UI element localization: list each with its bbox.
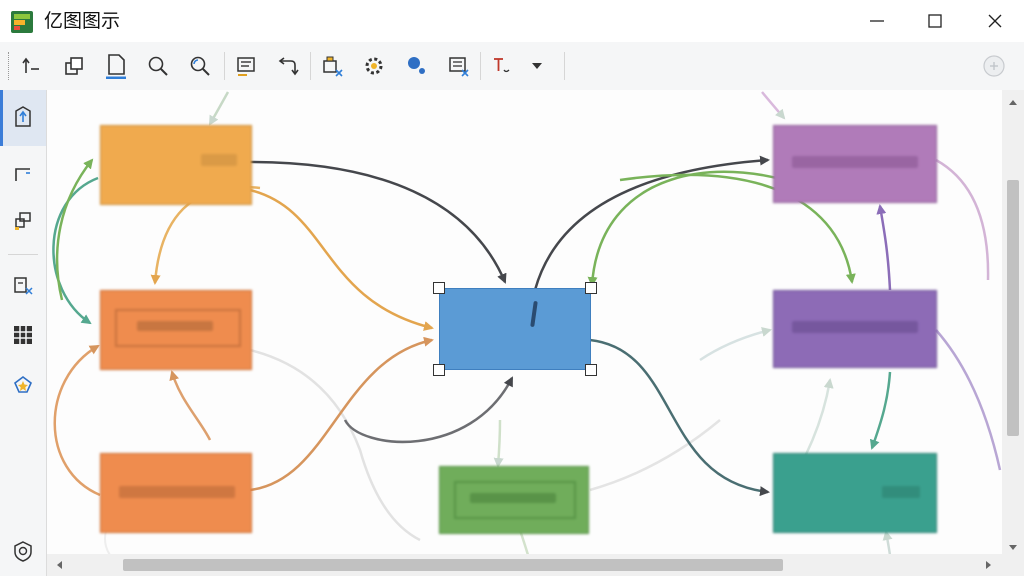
shield-badge-icon (14, 541, 32, 562)
text-tool-icon (494, 58, 510, 73)
node-bottom-left[interactable] (100, 453, 252, 533)
resize-handle-top-left[interactable] (433, 282, 445, 294)
text-list-button[interactable] (230, 50, 262, 82)
connector-bend-icon (15, 168, 30, 181)
copy-style-button[interactable] (58, 50, 90, 82)
pin-marker-button[interactable] (400, 50, 432, 82)
zoom-in-button[interactable] (184, 50, 216, 82)
scroll-down-icon (1009, 545, 1017, 550)
paste-format-icon (14, 277, 33, 295)
app-title: 亿图图示 (44, 10, 121, 32)
connector-button[interactable] (272, 50, 304, 82)
node-top-left[interactable] (100, 125, 252, 205)
scroll-right-icon (986, 561, 991, 569)
node-top-right[interactable] (773, 125, 937, 203)
circle-plus-button[interactable] (978, 50, 1010, 82)
vertical-scrollbar[interactable] (1002, 90, 1024, 576)
node-bottom-center[interactable] (439, 466, 589, 534)
pin-marker-icon (408, 57, 425, 74)
clear-format-icon (323, 56, 343, 77)
paste-format-button[interactable] (6, 268, 40, 302)
copy-style-icon (65, 57, 83, 75)
upload-page-icon (15, 106, 31, 127)
insert-above-icon (22, 57, 39, 73)
delete-table-button[interactable] (442, 50, 474, 82)
text-tool-button[interactable] (486, 50, 518, 82)
star-marker-button[interactable] (6, 368, 40, 402)
group-shapes-button[interactable] (6, 204, 40, 238)
scroll-left-icon (57, 561, 62, 569)
insert-above-button[interactable] (14, 50, 46, 82)
zoom-in-icon (190, 56, 210, 76)
page-icon (106, 54, 126, 79)
zoom-out-icon (148, 56, 168, 76)
upload-page-button[interactable] (6, 100, 40, 134)
close-button[interactable] (966, 0, 1024, 42)
shield-badge-button[interactable] (6, 534, 40, 568)
minimize-button[interactable] (848, 0, 906, 42)
clear-format-button[interactable] (316, 50, 348, 82)
resize-handle-bottom-left[interactable] (433, 364, 445, 376)
page-button[interactable] (100, 50, 132, 82)
grid-layout-icon (14, 326, 32, 344)
title-bar: 亿图图示 (0, 0, 1024, 42)
node-middle-right[interactable] (773, 290, 937, 368)
node-middle-left[interactable] (100, 290, 252, 370)
main-toolbar (0, 42, 1024, 91)
text-tool-dropdown[interactable] (524, 50, 550, 82)
maximize-icon (928, 14, 942, 28)
left-toolbar-separator (8, 254, 38, 255)
resize-handle-top-right[interactable] (585, 282, 597, 294)
text-list-icon (237, 57, 255, 76)
node-bottom-right[interactable] (773, 453, 937, 533)
settings-button[interactable] (358, 50, 390, 82)
scroll-up-icon (1009, 100, 1017, 105)
maximize-button[interactable] (906, 0, 964, 42)
dropdown-arrow-icon (532, 63, 542, 69)
horizontal-scroll-thumb[interactable] (123, 559, 783, 571)
close-icon (988, 14, 1002, 28)
grid-layout-button[interactable] (6, 318, 40, 352)
circle-plus-icon (983, 55, 1005, 77)
vertical-scroll-thumb[interactable] (1007, 180, 1019, 436)
star-marker-icon (14, 376, 32, 393)
node-center-selected[interactable] (439, 288, 591, 370)
settings-gear-icon (365, 57, 383, 75)
diagram-canvas[interactable] (47, 90, 1002, 554)
connector-bend-button[interactable] (6, 156, 40, 190)
horizontal-scrollbar[interactable] (47, 554, 1002, 576)
text-cursor (530, 300, 538, 328)
group-shapes-icon (15, 212, 31, 230)
resize-handle-bottom-right[interactable] (585, 364, 597, 376)
zoom-out-button[interactable] (142, 50, 174, 82)
delete-table-icon (449, 57, 469, 77)
app-logo-icon (11, 11, 33, 33)
minimize-icon (870, 20, 884, 22)
connector-icon (278, 57, 299, 76)
left-toolbar (0, 90, 47, 576)
